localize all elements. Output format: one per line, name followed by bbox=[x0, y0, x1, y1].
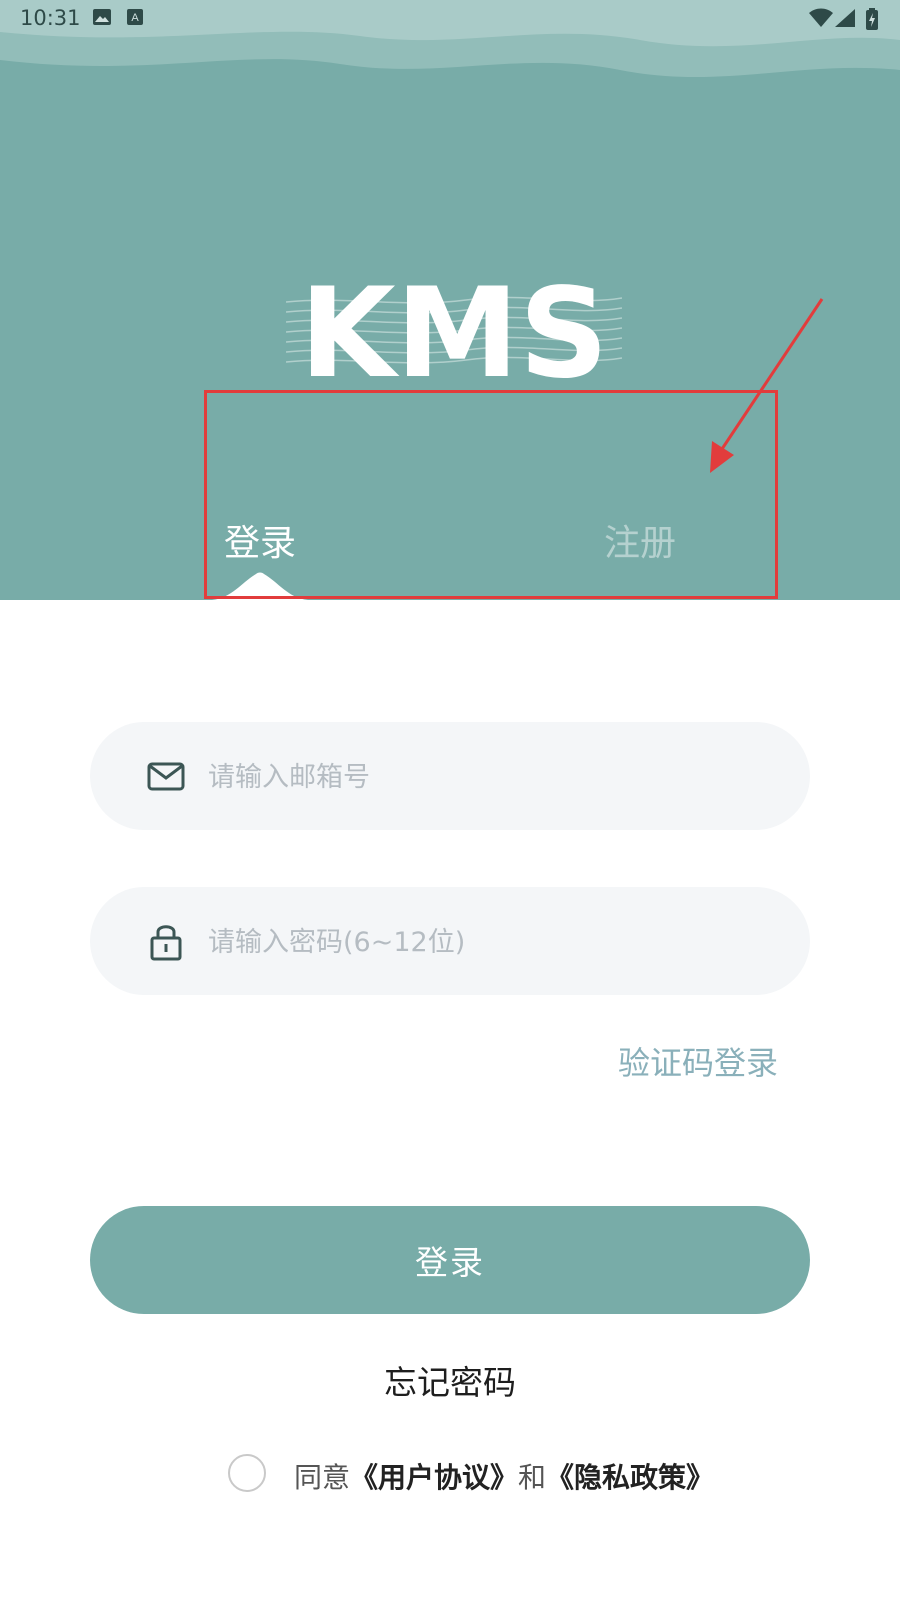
status-time: 10:31 bbox=[20, 6, 81, 30]
agreement-checkbox[interactable] bbox=[228, 1454, 266, 1492]
password-field[interactable] bbox=[90, 887, 810, 995]
lock-icon bbox=[150, 925, 182, 961]
logo-wordmark: KMS bbox=[300, 262, 609, 392]
sms-code-login-link[interactable]: 验证码登录 bbox=[618, 1038, 778, 1084]
agreement-text: 同意《用户协议》和《隐私政策》 bbox=[294, 1456, 714, 1496]
status-bar: 10:31 A bbox=[0, 0, 900, 38]
annotation-highlight-box bbox=[204, 390, 778, 599]
image-icon bbox=[93, 9, 111, 25]
svg-text:A: A bbox=[131, 12, 139, 24]
wifi-icon bbox=[809, 8, 833, 27]
kms-logo: KMS bbox=[286, 262, 622, 392]
header-banner: 10:31 A KMS 登录 注册 bbox=[0, 0, 900, 600]
mail-icon bbox=[147, 762, 185, 791]
agreement-prefix: 同意 bbox=[294, 1461, 351, 1494]
signal-icon bbox=[835, 9, 855, 27]
keyboard-a-icon: A bbox=[127, 9, 143, 25]
login-button[interactable]: 登录 bbox=[90, 1206, 810, 1314]
battery-charging-icon bbox=[866, 8, 878, 30]
email-input[interactable] bbox=[206, 746, 770, 808]
user-agreement-link[interactable]: 《用户协议》 bbox=[350, 1461, 518, 1494]
forgot-password-link[interactable]: 忘记密码 bbox=[0, 1356, 900, 1404]
agreement-conjunction: 和 bbox=[518, 1461, 547, 1494]
password-input[interactable] bbox=[206, 911, 770, 973]
privacy-policy-link[interactable]: 《隐私政策》 bbox=[546, 1461, 714, 1494]
email-field[interactable] bbox=[90, 722, 810, 830]
annotation-arrow bbox=[710, 298, 824, 473]
